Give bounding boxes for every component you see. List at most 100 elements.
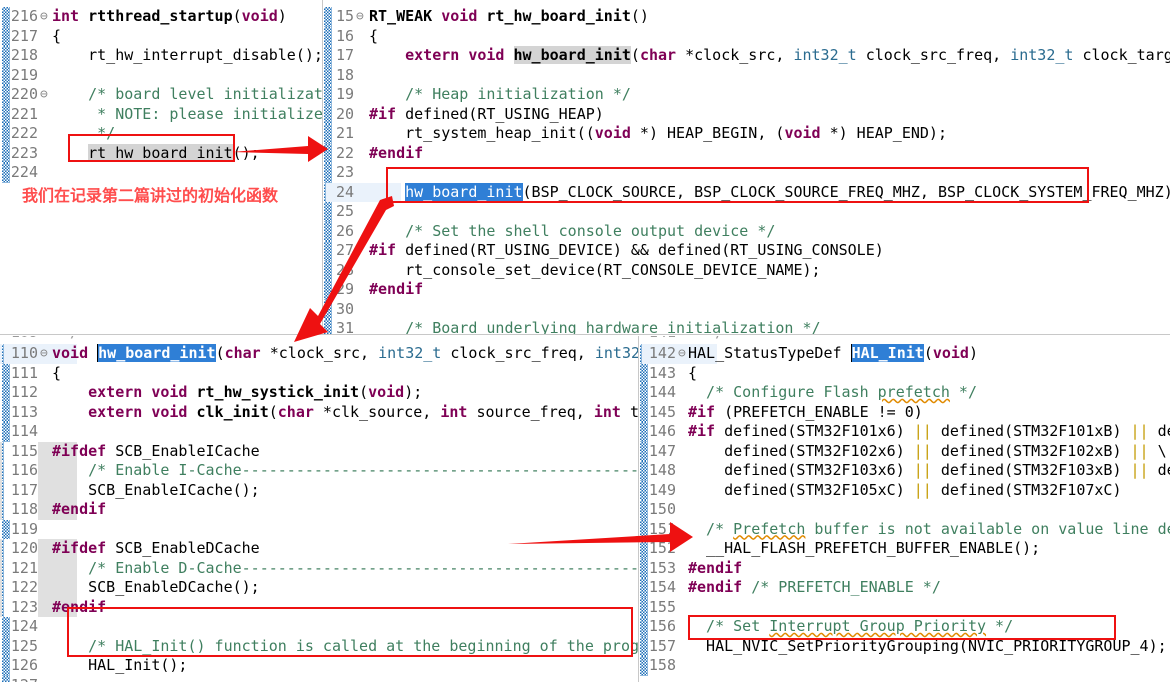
code-text[interactable]: extern void hw_board_init(char *clock_sr…	[369, 46, 1170, 66]
fold-toggle-icon[interactable]: ⊖	[678, 344, 686, 364]
code-text[interactable]: #endif	[688, 559, 742, 579]
code-text[interactable]: extern void rt_hw_systick_init(void);	[52, 383, 422, 403]
code-line[interactable]: 218 rt_hw_interrupt_disable();	[0, 46, 77, 66]
code-line[interactable]: 17 extern void hw_board_init(char *clock…	[324, 46, 401, 66]
code-line[interactable]: 154 #endif /* PREFETCH_ENABLE */	[640, 578, 717, 598]
code-line[interactable]: 146 #if defined(STM32F101x6) || defined(…	[640, 422, 717, 442]
code-text[interactable]: /* Enable D-Cache-----------------------…	[52, 559, 638, 579]
code-line[interactable]: 153 #endif	[640, 559, 717, 579]
code-line[interactable]: 217 {	[0, 27, 77, 47]
code-line[interactable]: 19 /* Heap initialization */	[324, 85, 401, 105]
code-line[interactable]: 144 /* Configure Flash prefetch */	[640, 383, 717, 403]
code-line[interactable]: 16 {	[324, 27, 401, 47]
fold-toggle-icon[interactable]: ⊖	[40, 344, 48, 364]
code-text[interactable]: HAL_StatusTypeDef HAL_Init(void)	[688, 344, 978, 364]
code-text[interactable]: #if (PREFETCH_ENABLE != 0)	[688, 403, 923, 423]
code-line[interactable]: 220 ⊖ /* board level initialization	[0, 85, 77, 105]
code-text[interactable]: defined(STM32F103x6) || defined(STM32F10…	[688, 461, 1170, 481]
code-text[interactable]: #endif	[369, 144, 423, 164]
code-line-inactive[interactable]: 123 #endif	[0, 598, 77, 618]
code-line[interactable]: 112 extern void rt_hw_systick_init(void)…	[0, 383, 77, 403]
code-line[interactable]: 124	[0, 617, 77, 637]
code-line-inactive[interactable]: 121 /* Enable D-Cache-------------------…	[0, 559, 77, 579]
line-number: 126	[4, 656, 38, 676]
code-line[interactable]: 216 ⊖ int rtthread_startup(void)	[0, 7, 77, 27]
code-line[interactable]: 158	[640, 656, 717, 676]
code-text[interactable]: #endif /* PREFETCH_ENABLE */	[688, 578, 941, 598]
code-text[interactable]: SCB_EnableICache();	[52, 481, 260, 501]
code-text[interactable]: rt_console_set_device(RT_CONSOLE_DEVICE_…	[369, 261, 821, 281]
code-line[interactable]: 143 {	[640, 364, 717, 384]
code-line-inactive[interactable]: 118 #endif	[0, 500, 77, 520]
code-text[interactable]: HAL_Init();	[52, 656, 187, 676]
code-text[interactable]: /* Set the shell console output device *…	[369, 222, 775, 242]
code-line[interactable]: 21 rt_system_heap_init((void *) HEAP_BEG…	[324, 124, 401, 144]
code-lines[interactable]: 110 ⊖ void hw_board_init(char *clock_src…	[0, 344, 77, 682]
code-line[interactable]: 148 defined(STM32F103x6) || defined(STM3…	[640, 461, 717, 481]
line-number: 110	[4, 344, 38, 364]
code-line-current[interactable]: 142 ⊖ HAL_StatusTypeDef HAL_Init(void)	[640, 344, 717, 364]
code-line-inactive[interactable]: 122 SCB_EnableDCache();	[0, 578, 77, 598]
line-number: 113	[4, 403, 38, 423]
code-line[interactable]: 111 {	[0, 364, 77, 384]
code-line[interactable]: 20 #if defined(RT_USING_HEAP)	[324, 105, 401, 125]
code-line[interactable]: 114	[0, 422, 77, 442]
code-line[interactable]: 113 extern void clk_init(char *clk_sourc…	[0, 403, 77, 423]
fold-toggle-icon[interactable]: ⊖	[40, 85, 48, 105]
code-line[interactable]: 224	[0, 163, 77, 183]
code-text[interactable]: {	[52, 27, 61, 47]
code-text[interactable]: #ifdef SCB_EnableDCache	[52, 539, 260, 559]
code-line[interactable]: 147 defined(STM32F102x6) || defined(STM3…	[640, 442, 717, 462]
code-line[interactable]: 221 * NOTE: please initialize hea	[0, 105, 77, 125]
code-text[interactable]: SCB_EnableDCache();	[52, 578, 260, 598]
code-line-inactive[interactable]: 117 SCB_EnableICache();	[0, 481, 77, 501]
fold-toggle-icon[interactable]: ⊖	[356, 7, 364, 27]
code-line[interactable]: 149 defined(STM32F105xC) || defined(STM3…	[640, 481, 717, 501]
code-line[interactable]: 145 #if (PREFETCH_ENABLE != 0)	[640, 403, 717, 423]
code-text[interactable]: /* Prefetch buffer is not available on v…	[688, 520, 1170, 540]
code-text[interactable]: {	[688, 364, 697, 384]
line-number: 150	[642, 500, 676, 520]
code-line[interactable]: 219	[0, 66, 77, 86]
code-line[interactable]: 22 #endif	[324, 144, 401, 164]
code-text[interactable]: defined(STM32F105xC) || defined(STM32F10…	[688, 481, 1122, 501]
code-text[interactable]: #if defined(RT_USING_DEVICE) && defined(…	[369, 241, 884, 261]
code-text[interactable]: defined(STM32F102x6) || defined(STM32F10…	[688, 442, 1167, 462]
code-line[interactable]: 223 rt_hw_board_init();	[0, 144, 77, 164]
code-text[interactable]: #ifdef SCB_EnableICache	[52, 442, 260, 462]
code-line[interactable]: 127	[0, 676, 77, 682]
code-line[interactable]: 125 /* HAL_Init() function is called at …	[0, 637, 77, 657]
code-text[interactable]: #if defined(STM32F101x6) || defined(STM3…	[688, 422, 1170, 442]
code-line-inactive[interactable]: 115 #ifdef SCB_EnableICache	[0, 442, 77, 462]
code-text[interactable]: /* Configure Flash prefetch */	[688, 383, 977, 403]
fold-toggle-icon[interactable]: ⊖	[40, 7, 48, 27]
code-text[interactable]: {	[369, 27, 378, 47]
code-line-current[interactable]: 110 ⊖ void hw_board_init(char *clock_src…	[0, 344, 77, 364]
code-line-inactive[interactable]: 116 /* Enable I-Cache-------------------…	[0, 461, 77, 481]
selected-token: HAL_Init	[851, 344, 924, 362]
code-text[interactable]: #endif	[52, 500, 106, 520]
code-text[interactable]: #if defined(RT_USING_HEAP)	[369, 105, 604, 125]
code-line[interactable]: 222 */	[0, 124, 77, 144]
code-text[interactable]: /* Enable I-Cache-----------------------…	[52, 461, 638, 481]
code-text[interactable]: rt_system_heap_init((void *) HEAP_BEGIN,…	[369, 124, 947, 144]
code-line[interactable]: 126 HAL_Init();	[0, 656, 77, 676]
line-number: 147	[642, 442, 676, 462]
code-text[interactable]: extern void clk_init(char *clk_source, i…	[52, 403, 638, 423]
code-line[interactable]: 15 ⊖ RT_WEAK void rt_hw_board_init()	[324, 7, 401, 27]
code-text[interactable]: /* Heap initialization */	[369, 85, 631, 105]
code-text[interactable]: __HAL_FLASH_PREFETCH_BUFFER_ENABLE();	[688, 539, 1040, 559]
code-text[interactable]: /* board level initialization	[52, 85, 322, 105]
code-text[interactable]: rt_hw_interrupt_disable();	[52, 46, 322, 66]
code-lines[interactable]: 216 ⊖ int rtthread_startup(void) 217 { 2…	[0, 7, 77, 183]
code-text[interactable]: RT_WEAK void rt_hw_board_init()	[369, 7, 649, 27]
code-text[interactable]: /* Board underlying hardware initializat…	[369, 319, 821, 335]
code-line[interactable]: 150	[640, 500, 717, 520]
code-text[interactable]: void hw_board_init(char *clock_src, int3…	[52, 344, 638, 364]
code-line[interactable]: 119	[0, 520, 77, 540]
code-line[interactable]: 18	[324, 66, 401, 86]
code-text[interactable]: * NOTE: please initialize hea	[52, 105, 322, 125]
code-line-inactive[interactable]: 120 #ifdef SCB_EnableDCache	[0, 539, 77, 559]
code-text[interactable]: int rtthread_startup(void)	[52, 7, 287, 27]
code-text[interactable]: {	[52, 364, 61, 384]
